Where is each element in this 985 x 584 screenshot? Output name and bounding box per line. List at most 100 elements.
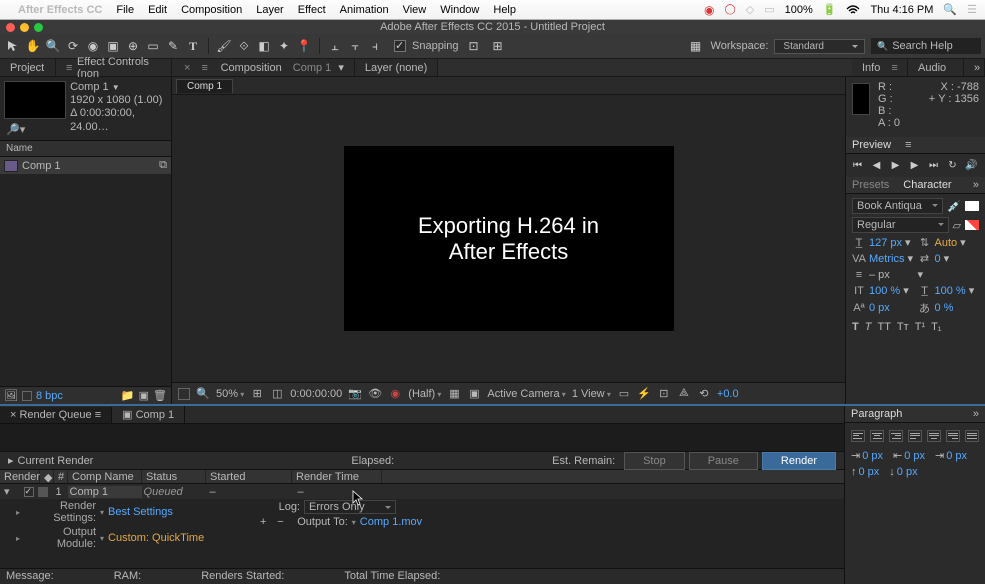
tracking-value[interactable]: 0 [935, 253, 941, 265]
paragraph-tab[interactable]: Paragraph [851, 408, 902, 420]
world-axis-icon[interactable]: ⫟ [346, 37, 364, 55]
notification-icon[interactable]: ☰ [967, 3, 977, 16]
superscript-icon[interactable]: T¹ [915, 321, 925, 333]
snapping-checkbox[interactable] [394, 40, 406, 52]
app-name[interactable]: After Effects CC [18, 4, 102, 16]
kerning-value[interactable]: Metrics [869, 253, 904, 265]
align-right-icon[interactable] [889, 430, 903, 442]
roi-icon[interactable] [178, 388, 190, 400]
first-frame-icon[interactable]: ⏮ [850, 158, 865, 173]
align-left-icon[interactable] [851, 430, 865, 442]
views-dropdown[interactable]: 1 View [572, 388, 611, 400]
render-queue-tab[interactable]: × Render Queue ≡ [0, 407, 112, 423]
snapshot-icon[interactable]: 📷 [348, 387, 362, 401]
bpc-swatch[interactable] [22, 391, 32, 401]
menu-animation[interactable]: Animation [340, 4, 389, 16]
comp-name-label[interactable]: Comp 1 ▼ [70, 81, 167, 94]
magnify-icon[interactable]: 🔍 [196, 387, 210, 401]
mask-toggle-icon[interactable]: ◫ [270, 387, 284, 401]
interpret-icon[interactable]: 🖼 [4, 389, 18, 402]
space-after-val[interactable]: 0 px [897, 466, 918, 478]
panel-menu-icon[interactable] [891, 62, 897, 74]
effect-controls-tab[interactable]: Effect Controls (non [56, 59, 172, 76]
stop-button[interactable]: Stop [624, 452, 685, 470]
snap-opt2-icon[interactable]: ⊞ [489, 37, 507, 55]
camera-dropdown[interactable]: Active Camera [487, 388, 565, 400]
eyedropper-icon[interactable]: 💉 [947, 200, 961, 213]
pan-behind-tool-icon[interactable]: ⊕ [124, 37, 142, 55]
project-search[interactable]: 🔎▾ [0, 119, 171, 140]
font-family-dropdown[interactable]: Book Antiqua [852, 198, 943, 214]
disclosure-icon[interactable]: ▾ [4, 485, 10, 498]
transparency-icon[interactable]: ▦ [447, 387, 461, 401]
col-label-icon[interactable]: ◆ [40, 470, 54, 483]
output-to-link[interactable]: Comp 1.mov [360, 516, 422, 528]
eraser-tool-icon[interactable]: ◧ [255, 37, 273, 55]
record-icon[interactable]: ◉ [704, 3, 714, 17]
orbit-tool-icon[interactable]: ⟳ [64, 37, 82, 55]
indent-left-val[interactable]: 0 px [862, 450, 883, 462]
menu-composition[interactable]: Composition [181, 4, 242, 16]
baseline-value[interactable]: 0 px [869, 302, 890, 314]
remove-output-icon[interactable]: − [277, 516, 283, 528]
vscale-value[interactable]: 100 % [869, 285, 900, 297]
workspace-icon[interactable]: ▦ [687, 37, 705, 55]
menu-window[interactable]: Window [440, 4, 479, 16]
local-axis-icon[interactable]: ⫠ [326, 37, 344, 55]
stop-record-icon[interactable]: ◯ [725, 4, 736, 15]
hand-tool-icon[interactable]: ✋ [24, 37, 42, 55]
fill-swatch[interactable] [965, 201, 979, 211]
justify-all-icon[interactable] [965, 430, 979, 442]
col-rtime[interactable]: Render Time [292, 470, 382, 483]
preview-panel-header[interactable]: Preview≡ [846, 137, 985, 154]
stroke-swatch[interactable] [965, 220, 979, 230]
timeline-comp-tab[interactable]: ▣ Comp 1 [112, 406, 185, 423]
brush-tool-icon[interactable]: 🖌 [215, 37, 233, 55]
mute-icon[interactable]: 🔊 [964, 158, 979, 173]
search-help-input[interactable]: Search Help [871, 38, 981, 54]
new-folder-icon[interactable]: 📁 [121, 389, 135, 402]
bpc-button[interactable]: 8 bpc [36, 390, 63, 402]
mask-tool-icon[interactable]: ▭ [144, 37, 162, 55]
play-icon[interactable]: ▶ [888, 158, 903, 173]
col-render[interactable]: Render [0, 470, 40, 483]
next-frame-icon[interactable]: ▶ [907, 158, 922, 173]
col-comp[interactable]: Comp Name [68, 470, 142, 483]
minimize-window-icon[interactable] [20, 23, 29, 32]
menu-edit[interactable]: Edit [148, 4, 167, 16]
project-panel-tab[interactable]: Project [0, 59, 56, 76]
traffic-lights[interactable] [6, 23, 43, 32]
current-time[interactable]: 0:00:00:00 [290, 388, 342, 400]
loop-icon[interactable]: ↻ [945, 158, 960, 173]
clone-tool-icon[interactable]: ⟐ [235, 37, 253, 55]
render-checkbox[interactable] [24, 487, 34, 497]
show-snapshot-icon[interactable]: 👁 [368, 387, 382, 401]
font-size-value[interactable]: 127 px [869, 237, 902, 249]
disclosure-icon[interactable]: ▸ [8, 454, 14, 467]
menu-view[interactable]: View [403, 4, 427, 16]
label-color[interactable] [38, 487, 48, 497]
composition-viewer[interactable]: Exporting H.264 in After Effects [172, 95, 845, 382]
display-icon[interactable]: ▭ [764, 3, 774, 16]
3d-view-icon[interactable]: ▣ [467, 387, 481, 401]
project-item-comp1[interactable]: Comp 1 ⧉ [0, 157, 171, 174]
menu-help[interactable]: Help [493, 4, 516, 16]
bold-icon[interactable]: T [852, 321, 859, 333]
selection-tool-icon[interactable] [4, 37, 22, 55]
col-num[interactable]: # [54, 470, 68, 483]
dropbox-icon[interactable]: ◇ [746, 3, 754, 16]
leading-value[interactable]: Auto [935, 237, 958, 249]
comp-tab[interactable]: Comp 1 [176, 79, 233, 93]
menu-file[interactable]: File [116, 4, 134, 16]
menu-layer[interactable]: Layer [256, 4, 284, 16]
layer-panel-tab[interactable]: Layer (none) [355, 59, 438, 76]
allcaps-icon[interactable]: TT [877, 321, 890, 333]
grid-icon[interactable]: ⊞ [250, 387, 264, 401]
puppet-tool-icon[interactable]: 📍 [295, 37, 313, 55]
info-panel-tab[interactable]: Info [852, 59, 908, 76]
font-style-dropdown[interactable]: Regular [852, 217, 949, 233]
justify-last-left-icon[interactable] [908, 430, 922, 442]
align-center-icon[interactable] [870, 430, 884, 442]
last-frame-icon[interactable]: ⏭ [926, 158, 941, 173]
panel-menu-icon[interactable] [202, 62, 210, 74]
